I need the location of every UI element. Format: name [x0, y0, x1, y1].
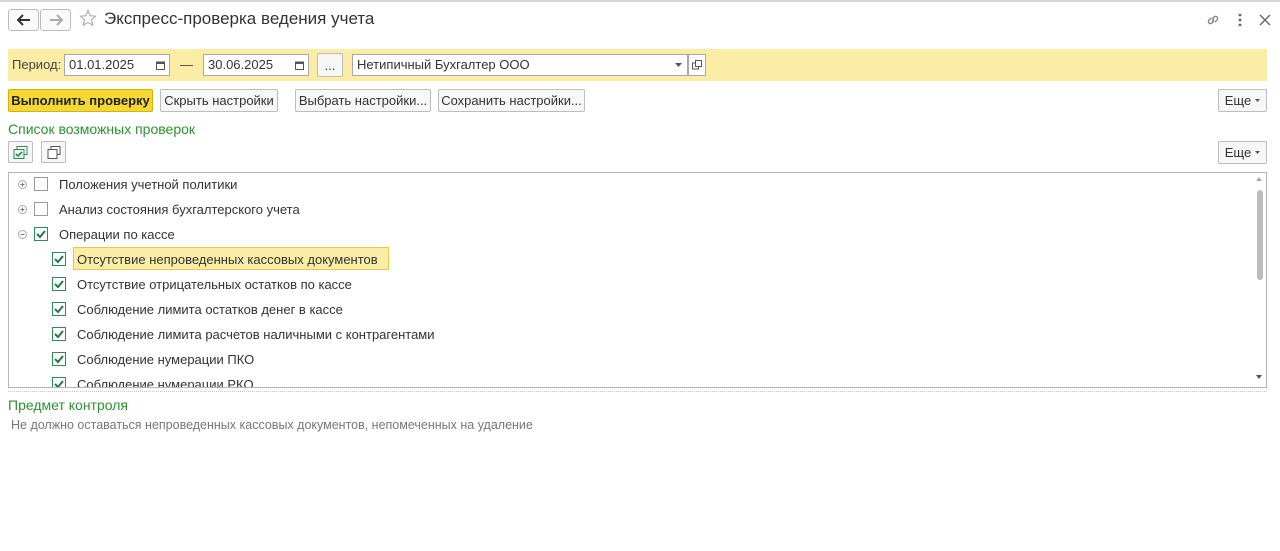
organization-open-button[interactable]	[688, 54, 706, 76]
favorite-star-icon[interactable]	[79, 9, 97, 30]
open-icon	[692, 60, 702, 70]
tree-row-label: Отсутствие отрицательных остатков по кас…	[77, 277, 352, 292]
tree-row[interactable]: Соблюдение нумерации РКО	[9, 372, 1254, 388]
choose-settings-button[interactable]: Выбрать настройки...	[295, 89, 431, 112]
checkbox[interactable]	[34, 177, 48, 191]
tree-row-label: Операции по кассе	[59, 227, 175, 242]
back-button[interactable]	[8, 9, 39, 31]
check-all-button[interactable]	[8, 141, 33, 163]
tree-row[interactable]: Отсутствие непроведенных кассовых докуме…	[9, 247, 1254, 272]
section-divider	[8, 391, 1267, 392]
tree-row-label: Соблюдение лимита остатков денег в кассе	[77, 302, 343, 317]
checks-more-label: Еще	[1224, 145, 1252, 160]
tree-row[interactable]: Анализ состояния бухгалтерского учета	[9, 197, 1254, 222]
close-icon[interactable]	[1256, 11, 1274, 29]
tree-row[interactable]: Положения учетной политики	[9, 173, 1254, 197]
subject-text: Не должно оставаться непроведенных кассо…	[11, 418, 533, 432]
tree-row-label: Соблюдение нумерации ПКО	[77, 352, 255, 367]
expand-icon[interactable]	[18, 180, 27, 189]
uncheck-all-button[interactable]	[41, 141, 66, 163]
tree-row-label: Отсутствие непроведенных кассовых докуме…	[73, 247, 389, 270]
checkbox-checked[interactable]	[52, 327, 66, 341]
checkbox-checked[interactable]	[52, 252, 66, 266]
period-label: Период:	[12, 57, 62, 72]
checkbox-checked[interactable]	[34, 227, 48, 241]
calendar-icon	[295, 61, 304, 70]
expand-icon[interactable]	[18, 205, 27, 214]
tree-row-label: Соблюдение нумерации РКО	[77, 377, 254, 388]
checks-more-button[interactable]: Еще	[1218, 141, 1267, 164]
more-button-label: Еще	[1224, 93, 1252, 108]
checkbox-checked[interactable]	[52, 302, 66, 316]
filter-bar: Период: 01.01.2025 — 30.06.2025 ... Нети…	[8, 49, 1267, 81]
tree-row[interactable]: Операции по кассе	[9, 222, 1254, 247]
chevron-down-icon	[675, 63, 682, 67]
tree-row-label: Соблюдение лимита расчетов наличными с к…	[77, 327, 435, 342]
link-icon[interactable]	[1204, 11, 1222, 29]
calendar-icon	[156, 61, 165, 70]
checkbox[interactable]	[34, 202, 48, 216]
arrow-left-icon	[16, 14, 30, 26]
checks-list-title: Список возможных проверок	[8, 121, 196, 137]
chevron-down-icon	[1255, 99, 1261, 102]
checkbox-checked[interactable]	[52, 352, 66, 366]
tree-scrollbar[interactable]	[1252, 173, 1266, 387]
tree-row-label: Анализ состояния бухгалтерского учета	[59, 202, 300, 217]
tree-row-label: Положения учетной политики	[59, 177, 238, 192]
tree-row[interactable]: Соблюдение нумерации ПКО	[9, 347, 1254, 372]
window-top-border	[0, 0, 1280, 2]
organization-dropdown-button[interactable]	[670, 54, 688, 76]
scroll-up-icon[interactable]	[1256, 177, 1262, 181]
more-vertical-icon[interactable]	[1231, 11, 1249, 29]
tree-row[interactable]: Соблюдение лимита расчетов наличными с к…	[9, 322, 1254, 347]
scroll-thumb[interactable]	[1257, 190, 1263, 280]
uncheck-all-icon	[47, 145, 60, 159]
arrow-right-icon	[49, 14, 63, 26]
chevron-down-icon	[1255, 151, 1261, 154]
collapse-icon[interactable]	[18, 230, 27, 239]
date-to-field[interactable]: 30.06.2025	[203, 54, 292, 76]
checkbox-checked[interactable]	[52, 377, 66, 387]
more-button[interactable]: Еще	[1218, 89, 1267, 112]
page-title: Экспресс-проверка ведения учета	[104, 9, 375, 28]
organization-field[interactable]: Нетипичный Бухгалтер ООО	[352, 54, 671, 76]
forward-button[interactable]	[40, 9, 71, 31]
scroll-down-icon[interactable]	[1256, 375, 1262, 379]
checks-tree: Положения учетной политики Анализ состоян…	[8, 172, 1267, 388]
tree-row[interactable]: Отсутствие отрицательных остатков по кас…	[9, 272, 1254, 297]
tree-row[interactable]: Соблюдение лимита остатков денег в кассе	[9, 297, 1254, 322]
date-to-calendar-button[interactable]	[291, 54, 309, 76]
period-dash: —	[180, 57, 193, 72]
date-from-field[interactable]: 01.01.2025	[64, 54, 153, 76]
checkbox-checked[interactable]	[52, 277, 66, 291]
run-check-button[interactable]: Выполнить проверку	[8, 89, 153, 112]
subject-title: Предмет контроля	[8, 397, 128, 413]
period-select-button[interactable]: ...	[317, 53, 343, 77]
date-from-calendar-button[interactable]	[152, 54, 170, 76]
save-settings-button[interactable]: Сохранить настройки...	[438, 89, 585, 112]
hide-settings-button[interactable]: Скрыть настройки	[160, 89, 278, 112]
check-all-icon	[13, 145, 28, 159]
